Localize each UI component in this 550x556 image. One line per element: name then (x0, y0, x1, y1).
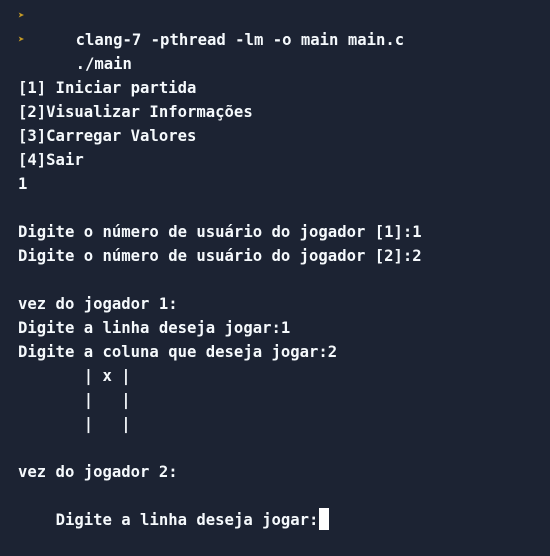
output-line: vez do jogador 1: (18, 295, 178, 313)
board-row: | x | (18, 367, 131, 385)
command-line: ➤ ./main (0, 28, 550, 73)
output-line: Digite o número de usuário do jogador [2… (18, 247, 422, 265)
input-line[interactable]: Digite a linha deseja jogar: (0, 484, 550, 530)
output-line: [1] Iniciar partida (18, 79, 197, 97)
output-line: 1 (18, 175, 28, 193)
output-line: Digite a linha deseja jogar:1 (18, 319, 291, 337)
output-line: [3]Carregar Valores (18, 127, 197, 145)
output-line: [4]Sair (18, 151, 84, 169)
command-line: ➤ clang-7 -pthread -lm -o main main.c (0, 4, 550, 49)
board-row: | | (18, 415, 131, 433)
prompt-chevron-icon: ➤ (18, 9, 25, 22)
output-line: Digite o número de usuário do jogador [1… (18, 223, 422, 241)
terminal-window[interactable]: ➤ clang-7 -pthread -lm -o main main.c ➤ ./… (0, 0, 550, 530)
output-line: vez do jogador 2: (18, 463, 178, 481)
input-prompt: Digite a linha deseja jogar: (55, 511, 319, 529)
output-line: [2]Visualizar Informações (18, 103, 253, 121)
output-line: Digite a coluna que deseja jogar:2 (18, 343, 338, 361)
prompt-chevron-icon: ➤ (18, 33, 25, 46)
text-cursor (319, 508, 330, 530)
board-row: | | (18, 391, 131, 409)
